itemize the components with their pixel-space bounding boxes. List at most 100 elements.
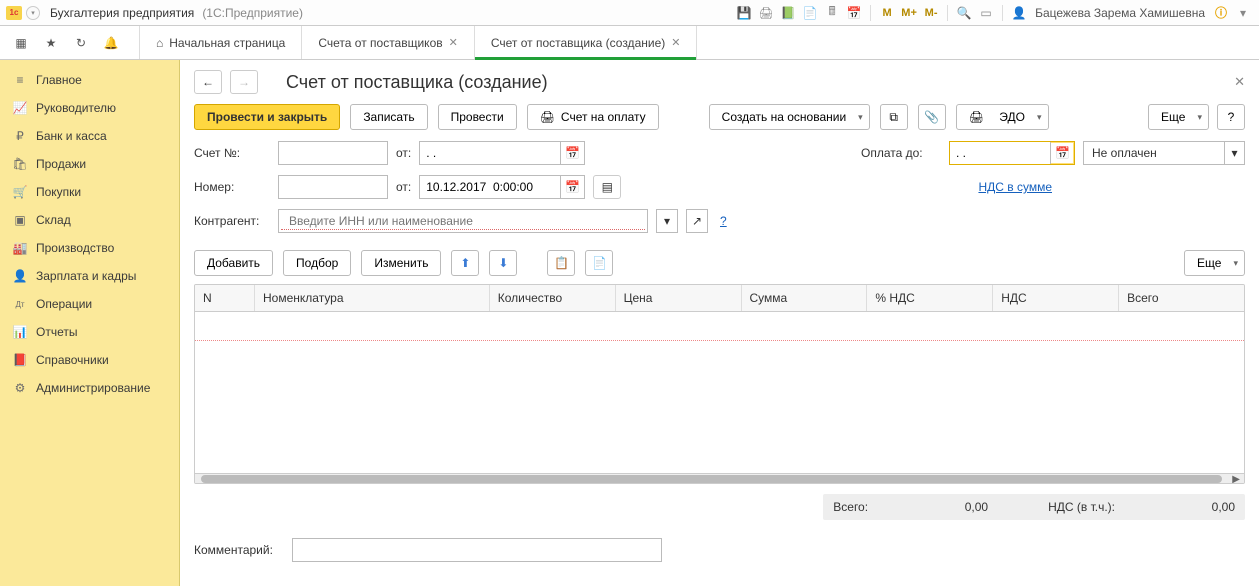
apps-grid-icon[interactable]: ▦: [12, 34, 30, 52]
account-date-input[interactable]: [420, 142, 560, 164]
sidebar-item-label: Банк и касса: [36, 129, 107, 143]
post-and-close-button[interactable]: Провести и закрыть: [194, 104, 340, 130]
scroll-thumb[interactable]: [201, 475, 1222, 483]
payment-status-select[interactable]: Не оплачен ▾: [1083, 141, 1245, 165]
search-icon[interactable]: 🔍: [954, 3, 974, 23]
grid-horizontal-scrollbar[interactable]: ▶: [195, 473, 1244, 483]
close-tab-icon[interactable]: ✕: [449, 36, 458, 49]
forward-button[interactable]: →: [230, 70, 258, 94]
print-invoice-button[interactable]: 🖨Счет на оплату: [527, 104, 659, 130]
info-icon[interactable]: ⓘ: [1211, 3, 1231, 23]
tab-label: Счет от поставщика (создание): [491, 36, 665, 50]
sidebar-item-manager[interactable]: 📈Руководителю: [0, 94, 179, 122]
counterparty-input[interactable]: [281, 212, 645, 230]
grid-placeholder-line: [195, 340, 1244, 341]
col-qty[interactable]: Количество: [490, 285, 616, 311]
post-button[interactable]: Провести: [438, 104, 517, 130]
col-n[interactable]: N: [195, 285, 255, 311]
user-name[interactable]: Бацежева Зарема Хамишевна: [1031, 6, 1209, 20]
print-icon[interactable]: 🖨: [756, 3, 776, 23]
sidebar-item-bank[interactable]: ₽Банк и касса: [0, 122, 179, 150]
items-more-button[interactable]: Еще: [1184, 250, 1245, 276]
structure-button[interactable]: ⧉: [880, 104, 908, 130]
app-menu-dropdown[interactable]: ▾: [26, 6, 40, 20]
col-nds[interactable]: НДС: [993, 285, 1119, 311]
from-label-1: от:: [396, 146, 411, 160]
edit-row-button[interactable]: Изменить: [361, 250, 441, 276]
zoom-reset-button[interactable]: M: [877, 3, 897, 23]
calendar-icon[interactable]: 📅: [844, 3, 864, 23]
sidebar-item-label: Справочники: [36, 353, 109, 367]
help-button[interactable]: ?: [1217, 104, 1245, 130]
tab-label: Счета от поставщиков: [318, 36, 442, 50]
edo-button[interactable]: 🖨 ЭДО: [956, 104, 1049, 130]
counterparty-open-button[interactable]: ↗: [686, 209, 708, 233]
sidebar-item-operations[interactable]: ДтОперации: [0, 290, 179, 318]
pay-until-field[interactable]: 📅: [949, 141, 1075, 165]
comment-input[interactable]: [299, 542, 655, 558]
sidebar-item-main[interactable]: ≡Главное: [0, 66, 179, 94]
payment-status-value: Не оплачен: [1084, 142, 1224, 164]
col-sum[interactable]: Сумма: [742, 285, 868, 311]
tab-supplier-invoice-create[interactable]: Счет от поставщика (создание) ✕: [475, 26, 698, 59]
sidebar-item-warehouse[interactable]: ▣Склад: [0, 206, 179, 234]
zoom-out-button[interactable]: M-: [921, 3, 941, 23]
nds-label: НДС (в т.ч.):: [1048, 500, 1115, 514]
col-tot[interactable]: Всего: [1119, 285, 1244, 311]
account-no-input[interactable]: [285, 145, 381, 161]
col-nom[interactable]: Номенклатура: [255, 285, 490, 311]
save-icon[interactable]: 💾: [734, 3, 754, 23]
calendar-icon[interactable]: 📅: [560, 176, 584, 198]
move-down-button[interactable]: ⬇: [489, 250, 517, 276]
add-row-button[interactable]: Добавить: [194, 250, 273, 276]
tab-home[interactable]: ⌂ Начальная страница: [140, 26, 302, 59]
number-date-input[interactable]: [420, 176, 560, 198]
app-bar: ▦ ★ ↻ 🔔 ⌂ Начальная страница Счета от по…: [0, 26, 1259, 60]
history-icon[interactable]: ↻: [72, 34, 90, 52]
save-button[interactable]: Записать: [350, 104, 427, 130]
more-button[interactable]: Еще: [1148, 104, 1209, 130]
attach-button[interactable]: 📎: [918, 104, 946, 130]
windows-icon[interactable]: ▭: [976, 3, 996, 23]
sidebar-item-reports[interactable]: 📊Отчеты: [0, 318, 179, 346]
copy-icon[interactable]: 📄: [800, 3, 820, 23]
date-helper-button[interactable]: ▤: [593, 175, 621, 199]
compare-icon[interactable]: 📗: [778, 3, 798, 23]
col-price[interactable]: Цена: [616, 285, 742, 311]
close-tab-icon[interactable]: ✕: [671, 36, 680, 49]
zoom-in-button[interactable]: M+: [899, 3, 919, 23]
from-label-2: от:: [396, 180, 411, 194]
move-up-button[interactable]: ⬆: [451, 250, 479, 276]
calendar-icon[interactable]: 📅: [560, 142, 584, 164]
sidebar-item-admin[interactable]: ⚙Администрирование: [0, 374, 179, 402]
window-menu-icon[interactable]: ▾: [1233, 3, 1253, 23]
copy-rows-button[interactable]: 📋: [547, 250, 575, 276]
notifications-icon[interactable]: 🔔: [102, 34, 120, 52]
tab-supplier-invoices[interactable]: Счета от поставщиков ✕: [302, 26, 474, 59]
nds-in-sum-link[interactable]: НДС в сумме: [978, 180, 1052, 194]
counterparty-help-link[interactable]: ?: [720, 214, 727, 228]
pick-row-button[interactable]: Подбор: [283, 250, 351, 276]
grid-body[interactable]: [195, 312, 1244, 473]
sidebar-item-hr[interactable]: 👤Зарплата и кадры: [0, 262, 179, 290]
sidebar-item-purchases[interactable]: 🛒Покупки: [0, 178, 179, 206]
favorites-icon[interactable]: ★: [42, 34, 60, 52]
pay-until-input[interactable]: [950, 142, 1050, 164]
counterparty-dropdown-button[interactable]: ▾: [656, 209, 678, 233]
account-date-field[interactable]: 📅: [419, 141, 585, 165]
number-date-field[interactable]: 📅: [419, 175, 585, 199]
create-based-on-button[interactable]: Создать на основании: [709, 104, 870, 130]
sidebar-item-refs[interactable]: 📕Справочники: [0, 346, 179, 374]
sidebar-item-sales[interactable]: 🛍Продажи: [0, 150, 179, 178]
scroll-right-icon[interactable]: ▶: [1232, 474, 1240, 484]
number-input[interactable]: [285, 179, 381, 195]
sidebar-item-production[interactable]: 🏭Производство: [0, 234, 179, 262]
col-vat[interactable]: % НДС: [867, 285, 993, 311]
close-page-button[interactable]: ✕: [1234, 74, 1245, 90]
paste-rows-button[interactable]: 📄: [585, 250, 613, 276]
calendar-icon[interactable]: 📅: [1050, 142, 1074, 164]
back-button[interactable]: ←: [194, 70, 222, 94]
chevron-down-icon[interactable]: ▾: [1224, 142, 1244, 164]
user-icon: 👤: [1009, 3, 1029, 23]
calculator-icon[interactable]: 🖩: [822, 3, 842, 23]
